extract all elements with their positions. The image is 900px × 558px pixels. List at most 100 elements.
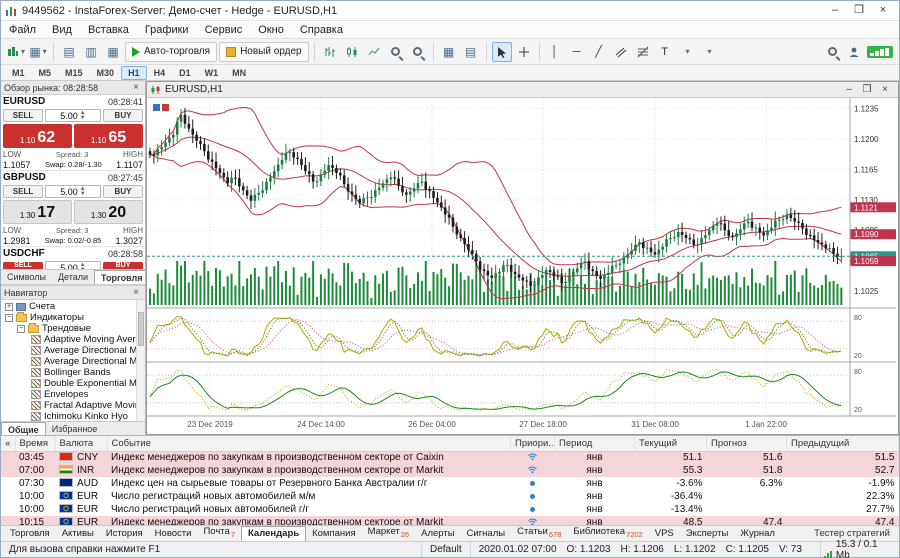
tf-h4[interactable]: H4 xyxy=(147,66,173,80)
tree-item-indicators[interactable]: −Индикаторы xyxy=(1,312,145,323)
menu-charts[interactable]: Графики xyxy=(137,21,197,39)
tab-company[interactable]: Компания xyxy=(306,527,361,541)
scrollbar-thumb[interactable] xyxy=(138,312,144,346)
horizontal-line-tool-button[interactable]: ─ xyxy=(567,42,587,62)
tf-m15[interactable]: M15 xyxy=(58,66,90,80)
tab-market[interactable]: Маркет26 xyxy=(362,525,416,541)
navigator-toggle-button[interactable]: ▦ xyxy=(103,42,123,62)
lot-size-stepper[interactable]: 5.00▲▼ xyxy=(45,109,101,122)
tab-articles[interactable]: Статьи678 xyxy=(511,525,567,541)
chart-minimize-button[interactable]: – xyxy=(840,84,858,95)
tab-favorites[interactable]: Избранное xyxy=(46,422,104,435)
tab-signals[interactable]: Сигналы xyxy=(461,527,512,541)
buy-button[interactable]: BUY xyxy=(103,109,143,122)
profiles-button[interactable]: ▦ ▾ xyxy=(28,42,48,62)
tab-news[interactable]: Новости xyxy=(149,527,198,541)
spinner-arrows-icon[interactable]: ▲▼ xyxy=(80,111,86,121)
zoom-in-button[interactable] xyxy=(386,42,406,62)
col-priority[interactable]: Приори... xyxy=(511,436,555,451)
tab-vps[interactable]: VPS xyxy=(649,527,680,541)
bar-chart-mode-button[interactable] xyxy=(320,42,340,62)
trendline-tool-button[interactable]: ╱ xyxy=(589,42,609,62)
tf-w1[interactable]: W1 xyxy=(198,66,226,80)
symbol-name[interactable]: GBPUSD xyxy=(3,172,46,183)
calendar-row[interactable]: 07:30 AUD Индекс цен на сырьевые товары … xyxy=(1,477,899,490)
tab-details[interactable]: Детали xyxy=(52,270,94,284)
strategy-tester-tab[interactable]: Тестер стратегий xyxy=(814,528,896,539)
tree-item-indicator[interactable]: Envelopes xyxy=(1,389,145,400)
calendar-row[interactable]: 03:45 CNY Индекс менеджеров по закупкам … xyxy=(1,451,899,464)
tab-symbols[interactable]: Символы xyxy=(1,270,52,284)
fibonacci-tool-button[interactable] xyxy=(633,42,653,62)
sell-button[interactable]: SELL xyxy=(3,185,43,198)
expand-icon[interactable]: + xyxy=(5,303,13,311)
new-chart-button[interactable]: ▾ xyxy=(6,42,26,62)
cursor-tool-button[interactable] xyxy=(492,42,512,62)
data-window-toggle-button[interactable]: ▥ xyxy=(81,42,101,62)
tab-codebase[interactable]: Библиотека7202 xyxy=(567,525,648,541)
tree-item-indicator[interactable]: Average Directional Movement Index Wilde… xyxy=(1,356,145,367)
tab-trading[interactable]: Торговля xyxy=(94,270,145,284)
new-order-button[interactable]: Новый ордер xyxy=(219,42,309,62)
tab-calendar[interactable]: Календарь xyxy=(241,526,306,542)
text-tool-button[interactable]: T xyxy=(655,42,675,62)
tree-item-trend[interactable]: −Трендовые xyxy=(1,323,145,334)
chart-restore-button[interactable]: ❒ xyxy=(858,84,876,95)
col-event[interactable]: Событие xyxy=(107,436,511,451)
tab-journal[interactable]: Журнал xyxy=(734,527,781,541)
tree-item-indicator[interactable]: Double Exponential Moving Average xyxy=(1,378,145,389)
minimize-button[interactable]: – xyxy=(823,2,847,20)
col-previous[interactable]: Предыдущий xyxy=(787,436,899,451)
price-chart[interactable]: 23 Dec 201924 Dec 14:0026 Dec 04:0027 De… xyxy=(147,98,896,434)
lot-size-stepper[interactable]: 5.00▲▼ xyxy=(45,185,101,198)
auto-scroll-button[interactable]: ▤ xyxy=(461,42,481,62)
vertical-line-tool-button[interactable]: │ xyxy=(545,42,565,62)
channel-tool-button[interactable] xyxy=(611,42,631,62)
arrows-tool-button[interactable]: ▾ xyxy=(677,42,697,62)
tf-mn[interactable]: MN xyxy=(225,66,253,80)
symbol-name[interactable]: EURUSD xyxy=(3,96,45,107)
col-period[interactable]: Период xyxy=(555,436,635,451)
market-watch-toggle-button[interactable]: ▤ xyxy=(59,42,79,62)
tab-history[interactable]: История xyxy=(100,527,149,541)
collapse-icon[interactable]: − xyxy=(17,325,25,333)
community-button[interactable] xyxy=(844,42,864,62)
line-chart-mode-button[interactable] xyxy=(364,42,384,62)
collapse-panel-button[interactable]: « xyxy=(1,436,15,451)
buy-price-box[interactable]: 1.10 65 xyxy=(74,124,143,148)
tree-item-indicator[interactable]: Bollinger Bands xyxy=(1,367,145,378)
tab-mail[interactable]: Почта7 xyxy=(197,525,241,541)
maximize-button[interactable]: ❒ xyxy=(847,2,871,20)
calendar-row[interactable]: 10:00 EUR Число регистраций новых автомо… xyxy=(1,503,899,516)
col-time[interactable]: Время xyxy=(15,436,55,451)
crosshair-tool-button[interactable] xyxy=(514,42,534,62)
col-forecast[interactable]: Прогноз xyxy=(707,436,787,451)
close-icon[interactable]: × xyxy=(130,287,142,298)
collapse-icon[interactable]: − xyxy=(5,314,13,322)
menu-window[interactable]: Окно xyxy=(250,21,292,39)
tf-m30[interactable]: M30 xyxy=(90,66,122,80)
connection-status-button[interactable] xyxy=(866,42,894,62)
symbol-name[interactable]: USDCHF xyxy=(3,248,45,259)
menu-file[interactable]: Файл xyxy=(1,21,44,39)
calendar-row[interactable]: 07:00 INR Индекс менеджеров по закупкам … xyxy=(1,464,899,477)
tile-windows-button[interactable]: ▦ xyxy=(439,42,459,62)
buy-button[interactable]: BUY xyxy=(103,185,143,198)
buy-price-box[interactable]: 1.30 20 xyxy=(74,200,143,224)
tree-item-indicator[interactable]: Adaptive Moving Average xyxy=(1,334,145,345)
col-currency[interactable]: Валюта xyxy=(55,436,107,451)
tree-item-indicator[interactable]: Average Directional Movement Index xyxy=(1,345,145,356)
sell-button[interactable]: SELL xyxy=(3,109,43,122)
sell-price-box[interactable]: 1.10 62 xyxy=(3,124,72,148)
shapes-tool-button[interactable]: ▾ xyxy=(699,42,719,62)
auto-trading-button[interactable]: Авто-торговля xyxy=(125,42,217,62)
menu-view[interactable]: Вид xyxy=(44,21,80,39)
tree-item-indicator[interactable]: Fractal Adaptive Moving Average xyxy=(1,400,145,411)
close-icon[interactable]: × xyxy=(130,82,142,93)
tree-item-accounts[interactable]: +Счета xyxy=(1,301,145,312)
sell-price-box[interactable]: 1.30 17 xyxy=(3,200,72,224)
tab-common[interactable]: Общие xyxy=(1,422,46,435)
search-button[interactable] xyxy=(822,42,842,62)
tab-assets[interactable]: Активы xyxy=(56,527,100,541)
calendar-row[interactable]: 10:00 EUR Число регистраций новых автомо… xyxy=(1,490,899,503)
